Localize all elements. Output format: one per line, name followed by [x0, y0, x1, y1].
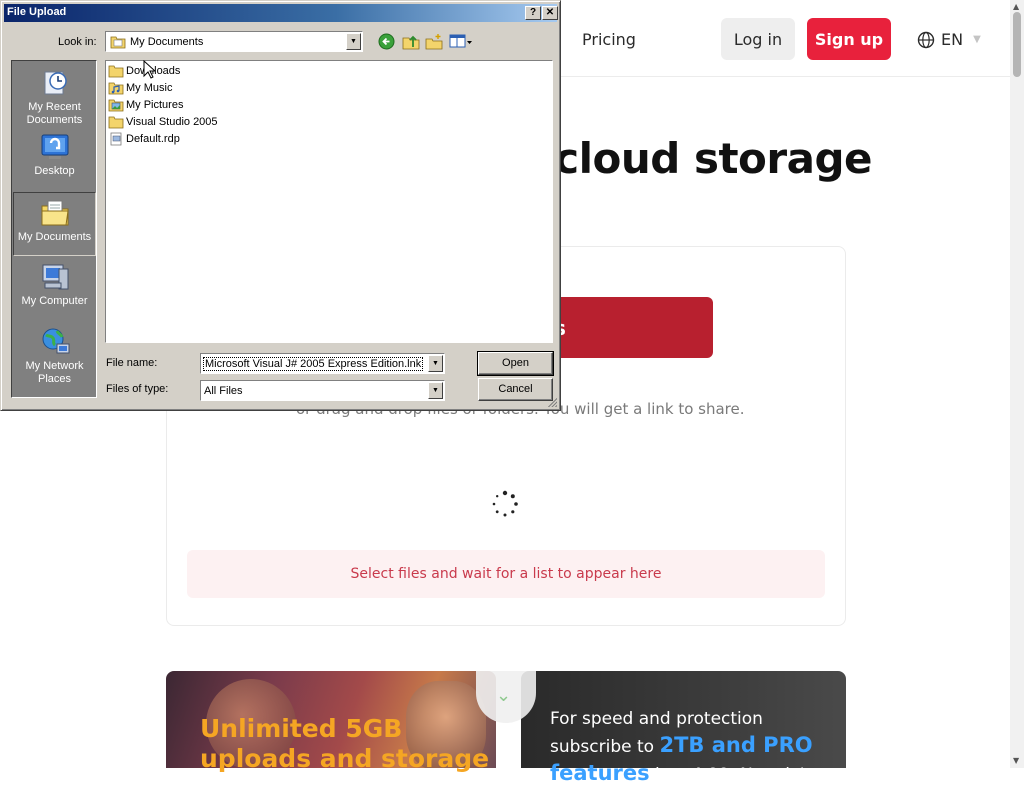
file-type-dropdown[interactable]: All Files ▼ — [200, 380, 445, 401]
file-name-input[interactable]: Microsoft Visual J# 2005 Express Edition… — [203, 357, 424, 371]
pictures-folder-icon — [108, 99, 124, 112]
close-button[interactable]: ✕ — [542, 6, 558, 20]
resize-grip-icon[interactable] — [547, 397, 557, 407]
file-list-placeholder: Select files and wait for a list to appe… — [187, 550, 825, 598]
place-my-documents[interactable]: My Documents — [13, 192, 96, 256]
chevron-down-icon: ▼ — [973, 34, 981, 45]
scrollbar-thumb[interactable] — [1013, 12, 1021, 77]
nav-pricing-link[interactable]: Pricing — [582, 30, 636, 49]
back-icon[interactable] — [378, 33, 395, 50]
network-places-icon — [42, 328, 69, 354]
place-label: My Computer — [21, 295, 88, 307]
place-label: My Network Places — [25, 360, 84, 385]
file-name-label: File name: — [106, 357, 158, 369]
place-my-network-places[interactable]: My Network Places — [13, 322, 96, 386]
folder-icon — [108, 116, 124, 129]
rdp-file-icon — [110, 132, 122, 146]
file-name: Visual Studio 2005 — [126, 116, 218, 128]
file-name: Default.rdp — [126, 133, 180, 145]
place-label: My Recent Documents — [26, 101, 83, 126]
chevron-down-icon[interactable]: ▼ — [428, 382, 443, 399]
music-folder-icon — [108, 82, 124, 95]
my-documents-icon — [110, 36, 126, 49]
cancel-button[interactable]: Cancel — [478, 378, 553, 401]
scroll-down-arrow-icon[interactable]: ▼ — [1013, 756, 1019, 765]
folder-icon — [108, 65, 124, 78]
promo-pro-suffix: just 4.99. No ads! — [649, 765, 806, 785]
chevron-down-icon[interactable]: ▼ — [428, 355, 443, 372]
globe-icon — [917, 31, 935, 48]
file-type-value: All Files — [204, 385, 243, 397]
help-button[interactable]: ? — [525, 6, 541, 20]
look-in-value: My Documents — [130, 36, 204, 48]
new-folder-icon[interactable] — [425, 33, 443, 50]
page-scrollbar[interactable]: ▲ ▼ — [1010, 0, 1024, 768]
view-menu-icon[interactable] — [449, 33, 473, 50]
look-in-dropdown[interactable]: My Documents ▼ — [105, 31, 363, 52]
scroll-up-arrow-icon[interactable]: ▲ — [1013, 2, 1019, 11]
chevron-down-icon[interactable]: ▼ — [346, 33, 361, 50]
look-in-label: Look in: — [58, 36, 97, 48]
recent-documents-icon — [44, 71, 67, 95]
signup-button[interactable]: Sign up — [807, 18, 891, 60]
language-selector[interactable]: EN ▼ — [917, 30, 981, 49]
list-item[interactable]: Visual Studio 2005 — [108, 114, 218, 130]
file-name: My Music — [126, 82, 173, 94]
promo-pro-text: For speed and protection subscribe to 2T… — [550, 706, 840, 788]
list-item[interactable]: Default.rdp — [108, 131, 180, 147]
mouse-pointer-icon — [143, 60, 155, 79]
desktop-icon — [41, 134, 68, 159]
file-list[interactable]: Downloads My Music My Pictures Visual St… — [105, 60, 553, 343]
chevron-down-icon: ⌄ — [496, 685, 512, 706]
places-bar: My Recent Documents Desktop My Documents… — [11, 60, 97, 398]
file-type-label: Files of type: — [106, 383, 169, 395]
dialog-titlebar[interactable]: File Upload ? ✕ — [4, 4, 558, 22]
my-documents-icon — [41, 200, 69, 226]
file-name-combobox[interactable]: Microsoft Visual J# 2005 Express Edition… — [200, 353, 445, 374]
list-item[interactable]: My Music — [108, 80, 172, 96]
place-my-computer[interactable]: My Computer — [13, 257, 96, 321]
list-item[interactable]: My Pictures — [108, 97, 183, 113]
dialog-title: File Upload — [7, 6, 67, 18]
place-label: My Documents — [17, 231, 92, 243]
my-computer-icon — [42, 264, 68, 290]
file-name: My Pictures — [126, 99, 184, 111]
up-folder-icon[interactable] — [402, 33, 420, 50]
place-desktop[interactable]: Desktop — [13, 127, 96, 191]
promo-unlimited-text: Unlimited 5GB uploads and storage — [200, 714, 490, 773]
language-label: EN — [941, 30, 964, 49]
place-label: Desktop — [34, 165, 75, 177]
login-button[interactable]: Log in — [721, 18, 795, 60]
open-button[interactable]: Open — [477, 351, 554, 376]
loading-spinner-icon — [492, 490, 518, 517]
place-my-recent-documents[interactable]: My Recent Documents — [13, 63, 96, 127]
file-upload-dialog: File Upload ? ✕ Look in: My Documents ▼ … — [0, 0, 561, 411]
